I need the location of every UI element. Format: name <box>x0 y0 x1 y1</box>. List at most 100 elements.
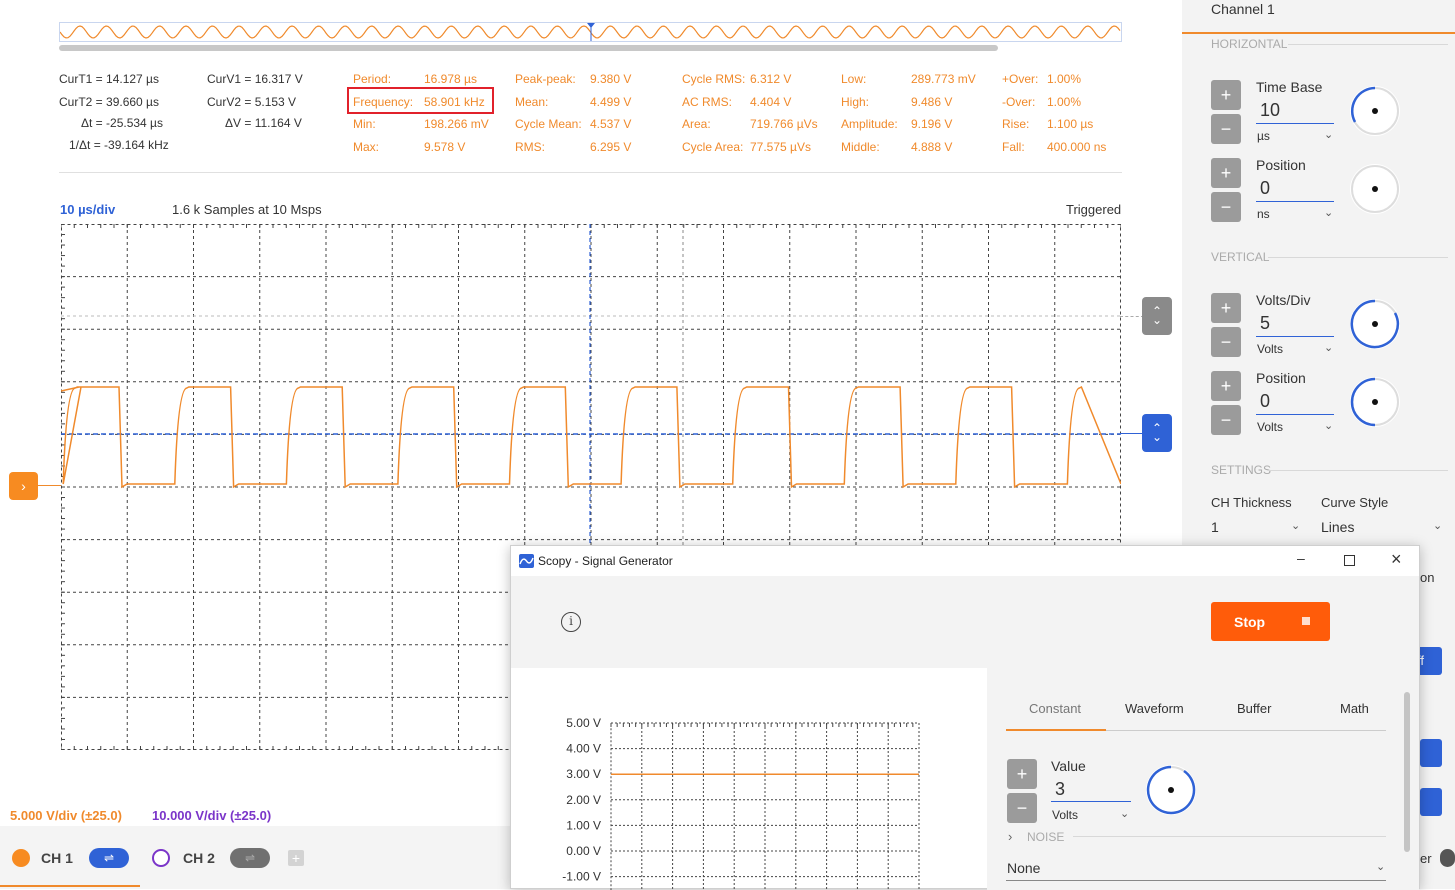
measure-label: Middle: <box>841 140 880 154</box>
v-position-decrement-button[interactable]: − <box>1211 405 1241 435</box>
ch1-settings-toggle[interactable]: ⇌ <box>89 848 129 868</box>
chevron-right-icon[interactable]: › <box>1008 829 1012 844</box>
measure-value: 198.266 mV <box>424 117 489 131</box>
time-base-decrement-button[interactable]: − <box>1211 114 1241 144</box>
measure-label: Max: <box>353 140 380 154</box>
divider <box>1073 836 1386 837</box>
measure-value: 4.404 V <box>750 95 792 109</box>
preview-y-tick: 4.00 V <box>566 742 601 756</box>
chevron-down-icon[interactable]: ⌄ <box>1324 341 1333 354</box>
measure-label: +Over: <box>1002 72 1039 86</box>
ch1-indicator[interactable] <box>12 849 30 867</box>
h-position-unit-select[interactable]: ns <box>1257 207 1270 221</box>
stop-square-icon <box>1302 617 1310 625</box>
volts-div-label: Volts/Div <box>1256 292 1311 308</box>
cursor-level-handle[interactable]: ⌃ ⌄ <box>1142 297 1172 335</box>
clipped-button[interactable] <box>1420 788 1442 816</box>
tab-buffer[interactable]: Buffer <box>1237 701 1271 716</box>
active-tab-indicator <box>1006 729 1106 731</box>
ch2-indicator[interactable] <box>152 849 170 867</box>
value-input[interactable]: 3 <box>1055 779 1065 800</box>
waveform-overview[interactable] <box>59 22 1122 42</box>
preview-y-tick: -1.00 V <box>562 870 601 884</box>
samples-label: 1.6 k Samples at 10 Msps <box>172 202 322 217</box>
cursor-t1-readout: CurT1 = 14.127 µs <box>59 72 159 86</box>
time-base-unit-select[interactable]: µs <box>1257 129 1270 143</box>
volts-div-input[interactable]: 5 <box>1260 313 1270 334</box>
h-position-input[interactable]: 0 <box>1260 178 1270 199</box>
volts-div-increment-button[interactable]: + <box>1211 293 1241 323</box>
stop-button[interactable]: Stop <box>1211 602 1330 641</box>
v-position-increment-button[interactable]: + <box>1211 371 1241 401</box>
measure-label: RMS: <box>515 140 545 154</box>
time-base-label: Time Base <box>1256 79 1323 95</box>
settings-scrollbar[interactable] <box>1404 692 1410 852</box>
noise-section-title[interactable]: NOISE <box>1027 830 1064 844</box>
tab-constant[interactable]: Constant <box>1029 701 1081 716</box>
measure-label: Area: <box>682 117 711 131</box>
delta-t-readout: Δt = -25.534 µs <box>81 116 163 130</box>
overview-scrollbar[interactable] <box>59 45 998 51</box>
value-knob[interactable] <box>1146 765 1196 815</box>
maximize-button[interactable] <box>1344 555 1355 566</box>
v-position-knob[interactable] <box>1350 377 1400 427</box>
chevron-down-icon[interactable]: ⌄ <box>1324 206 1333 219</box>
ch1-offset-handle[interactable]: › <box>9 472 38 500</box>
v-position-input[interactable]: 0 <box>1260 391 1270 412</box>
time-base-knob[interactable] <box>1350 86 1400 136</box>
ch2-settings-toggle[interactable]: ⇌ <box>230 848 270 868</box>
trigger-level-handle[interactable]: ⌃ ⌄ <box>1142 414 1172 452</box>
value-increment-button[interactable]: + <box>1007 759 1037 789</box>
input-underline <box>1256 336 1334 337</box>
measure-value: 4.888 V <box>911 140 953 154</box>
ch1-label[interactable]: CH 1 <box>41 850 73 866</box>
measure-value: 1.00% <box>1047 72 1082 86</box>
clipped-toggle[interactable] <box>1440 849 1455 867</box>
curve-style-select[interactable]: Lines <box>1321 519 1354 535</box>
chevron-down-icon[interactable]: ⌄ <box>1291 519 1300 532</box>
ch2-label[interactable]: CH 2 <box>183 850 215 866</box>
chevron-down-icon[interactable]: ⌄ <box>1433 519 1442 532</box>
measure-value: 9.196 V <box>911 117 953 131</box>
minimize-button[interactable]: – <box>1297 550 1305 566</box>
clipped-button[interactable] <box>1420 739 1442 767</box>
window-titlebar[interactable]: Scopy - Signal Generator – × <box>511 546 1419 576</box>
info-button[interactable]: i <box>561 612 581 632</box>
chevron-down-icon[interactable]: ⌄ <box>1324 419 1333 432</box>
divider <box>59 172 1122 173</box>
plus-icon: + <box>1220 162 1232 183</box>
h-position-increment-button[interactable]: + <box>1211 158 1241 188</box>
time-base-input[interactable]: 10 <box>1260 100 1280 121</box>
v-position-label: Position <box>1256 370 1306 386</box>
tab-math[interactable]: Math <box>1340 701 1369 716</box>
ch1-active-underline <box>0 885 140 887</box>
noise-type-select[interactable]: None <box>1007 860 1040 876</box>
minus-icon: − <box>1220 118 1232 139</box>
measure-value: 9.486 V <box>911 95 953 109</box>
value-decrement-button[interactable]: − <box>1007 793 1037 823</box>
clipped-label: er <box>1420 851 1432 866</box>
chevron-down-icon[interactable]: ⌄ <box>1324 128 1333 141</box>
measure-value: 9.380 V <box>590 72 632 86</box>
time-base-increment-button[interactable]: + <box>1211 80 1241 110</box>
sliders-icon: ⇌ <box>103 851 115 865</box>
h-position-knob[interactable] <box>1350 164 1400 214</box>
delta-v-readout: ΔV = 11.164 V <box>225 116 302 130</box>
measure-value: 77.575 µVs <box>750 140 811 154</box>
h-position-decrement-button[interactable]: − <box>1211 192 1241 222</box>
close-button[interactable]: × <box>1391 549 1402 570</box>
chevron-down-icon[interactable]: ⌄ <box>1120 807 1129 820</box>
tab-waveform[interactable]: Waveform <box>1125 701 1184 716</box>
value-unit-select[interactable]: Volts <box>1052 808 1078 822</box>
input-underline <box>1051 801 1131 802</box>
minimize-icon: – <box>1297 550 1305 566</box>
measure-value: 719.766 µVs <box>750 117 818 131</box>
volts-div-unit-select[interactable]: Volts <box>1257 342 1283 356</box>
v-position-unit-select[interactable]: Volts <box>1257 420 1283 434</box>
volts-div-knob[interactable] <box>1350 299 1400 349</box>
chevron-down-icon[interactable]: ⌄ <box>1376 860 1385 873</box>
ch-thickness-select[interactable]: 1 <box>1211 519 1219 535</box>
minus-icon: − <box>1220 196 1232 217</box>
add-channel-button[interactable]: + <box>288 850 304 866</box>
volts-div-decrement-button[interactable]: − <box>1211 327 1241 357</box>
